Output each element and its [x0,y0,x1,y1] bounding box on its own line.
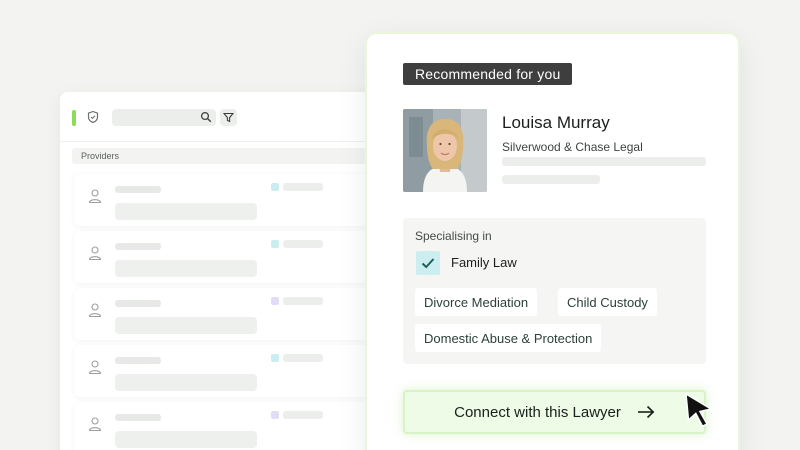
recommendation-card: Recommended for you Louisa Murray Silver… [365,32,740,450]
shield-icon [87,110,99,124]
person-icon [88,417,102,432]
row-placeholder-body [115,203,257,220]
row-placeholder-body [115,431,257,448]
providers-toolbar [60,92,380,142]
search-icon[interactable] [200,111,212,123]
provider-row[interactable] [74,231,374,283]
row-placeholder-body [115,317,257,334]
check-icon [421,258,435,269]
lawyer-name: Louisa Murray [502,113,610,132]
lawyer-firm: Silverwood & Chase Legal [502,140,643,154]
row-tag-dot [271,183,279,191]
row-tag-dot [271,411,279,419]
row-placeholder-title [115,186,161,193]
row-tag-placeholder [283,183,323,191]
search-input[interactable] [112,109,216,126]
recommendation-card-body: Recommended for you Louisa Murray Silver… [377,44,728,450]
filter-icon [223,112,234,123]
primary-specialty: Family Law [451,255,517,270]
connect-button-label: Connect with this Lawyer [454,403,621,421]
lawyer-placeholder-line [502,175,600,184]
provider-row[interactable] [74,174,374,226]
lawyer-portrait-image [403,109,487,192]
row-placeholder-title [115,357,161,364]
provider-row[interactable] [74,345,374,397]
row-tag-dot [271,297,279,305]
specialty-chip: Child Custody [558,288,657,316]
person-icon [88,303,102,318]
providers-header: Providers [72,148,380,164]
row-placeholder-title [115,243,161,250]
cursor-icon [685,392,713,428]
lawyer-placeholder-line [502,157,706,166]
arrow-right-icon [637,405,655,419]
specialising-section: Specialising in Family Law Divorce Media… [403,218,706,364]
recommended-badge: Recommended for you [403,63,573,85]
specialty-chip: Domestic Abuse & Protection [415,324,602,352]
row-placeholder-body [115,260,257,277]
lawyer-photo [403,109,487,192]
person-icon [88,246,102,261]
row-tag-placeholder [283,411,323,419]
providers-panel: Providers [60,92,380,450]
row-placeholder-body [115,374,257,391]
provider-row[interactable] [74,288,374,340]
row-placeholder-title [115,300,161,307]
provider-row[interactable] [74,402,374,450]
specialty-chip: Divorce Mediation [415,288,538,316]
toolbar-accent [72,110,76,126]
row-tag-placeholder [283,297,323,305]
row-tag-placeholder [283,240,323,248]
row-tag-placeholder [283,354,323,362]
filter-button[interactable] [220,109,237,126]
person-icon [88,189,102,204]
row-tag-dot [271,240,279,248]
connect-lawyer-button[interactable]: Connect with this Lawyer [403,390,706,434]
person-icon [88,360,102,375]
row-placeholder-title [115,414,161,421]
specialising-heading: Specialising in [415,229,492,243]
row-tag-dot [271,354,279,362]
family-law-checkbox[interactable] [416,251,440,275]
